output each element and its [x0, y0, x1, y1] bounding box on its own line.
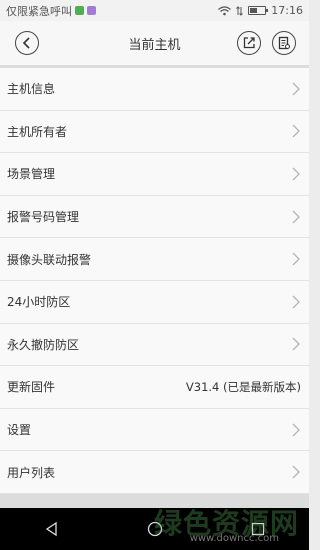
menu-item-settings[interactable]: 设置: [0, 408, 309, 452]
nav-back-icon[interactable]: [44, 521, 60, 537]
firmware-version-value: V31.4 (已是最新版本): [185, 379, 301, 394]
status-bar: 仅限紧急呼叫 17:16: [0, 0, 309, 21]
menu-item-host-owner[interactable]: 主机所有者: [0, 110, 309, 154]
carrier-text: 仅限紧急呼叫: [6, 4, 72, 18]
menu-item-label: 永久撤防防区: [7, 337, 80, 352]
menu-item-permanent-disarm-zone[interactable]: 永久撤防防区: [0, 323, 309, 367]
chevron-right-icon: [292, 82, 300, 96]
document-button[interactable]: [272, 31, 296, 55]
battery-icon: [248, 6, 269, 15]
app-notification-icon: [75, 6, 84, 15]
chevron-right-icon: [292, 124, 300, 138]
app-notification-icon: [87, 6, 96, 15]
chevron-right-icon: [292, 252, 300, 266]
menu-item-label: 用户列表: [7, 465, 56, 480]
menu-item-scene-management[interactable]: 场景管理: [0, 153, 309, 196]
menu-item-host-info[interactable]: 主机信息: [0, 68, 309, 111]
menu-item-camera-linked-alarm[interactable]: 摄像头联动报警: [0, 238, 309, 281]
menu-item-label: 报警号码管理: [7, 210, 80, 225]
share-button[interactable]: [237, 31, 261, 55]
menu-item-label: 24小时防区: [7, 295, 71, 310]
page-title: 当前主机: [128, 37, 181, 53]
menu-item-label: 更新固件: [7, 380, 56, 395]
menu-item-24h-zone[interactable]: 24小时防区: [0, 280, 309, 324]
clock: 17:16: [271, 4, 303, 17]
menu-item-label: 场景管理: [7, 167, 56, 182]
back-button[interactable]: [15, 31, 39, 55]
chevron-right-icon: [292, 295, 300, 309]
document-icon: [278, 36, 290, 50]
menu-item-label: 主机信息: [7, 82, 56, 97]
menu-item-update-firmware[interactable]: 更新固件 V31.4 (已是最新版本): [0, 366, 309, 409]
app-header: 当前主机: [0, 21, 309, 65]
wifi-icon: [218, 5, 232, 15]
menu-item-label: 主机所有者: [7, 124, 68, 139]
data-transfer-icon: [236, 5, 244, 16]
chevron-right-icon: [292, 210, 300, 224]
chevron-left-icon: [22, 37, 30, 49]
chevron-right-icon: [292, 337, 300, 351]
chevron-right-icon: [292, 423, 300, 437]
share-icon: [243, 37, 255, 49]
menu-item-label: 摄像头联动报警: [7, 252, 92, 267]
watermark-url: www.downcc.com: [189, 533, 279, 544]
menu-item-alarm-number-management[interactable]: 报警号码管理: [0, 195, 309, 239]
menu-item-user-list[interactable]: 用户列表: [0, 451, 309, 494]
chevron-right-icon: [292, 465, 300, 479]
menu-item-label: 设置: [7, 423, 32, 438]
settings-menu-list: 主机信息 主机所有者 场景管理 报警号码管理 摄像头联动报警 24小时防区 永久…: [0, 68, 309, 494]
chevron-right-icon: [292, 167, 300, 181]
